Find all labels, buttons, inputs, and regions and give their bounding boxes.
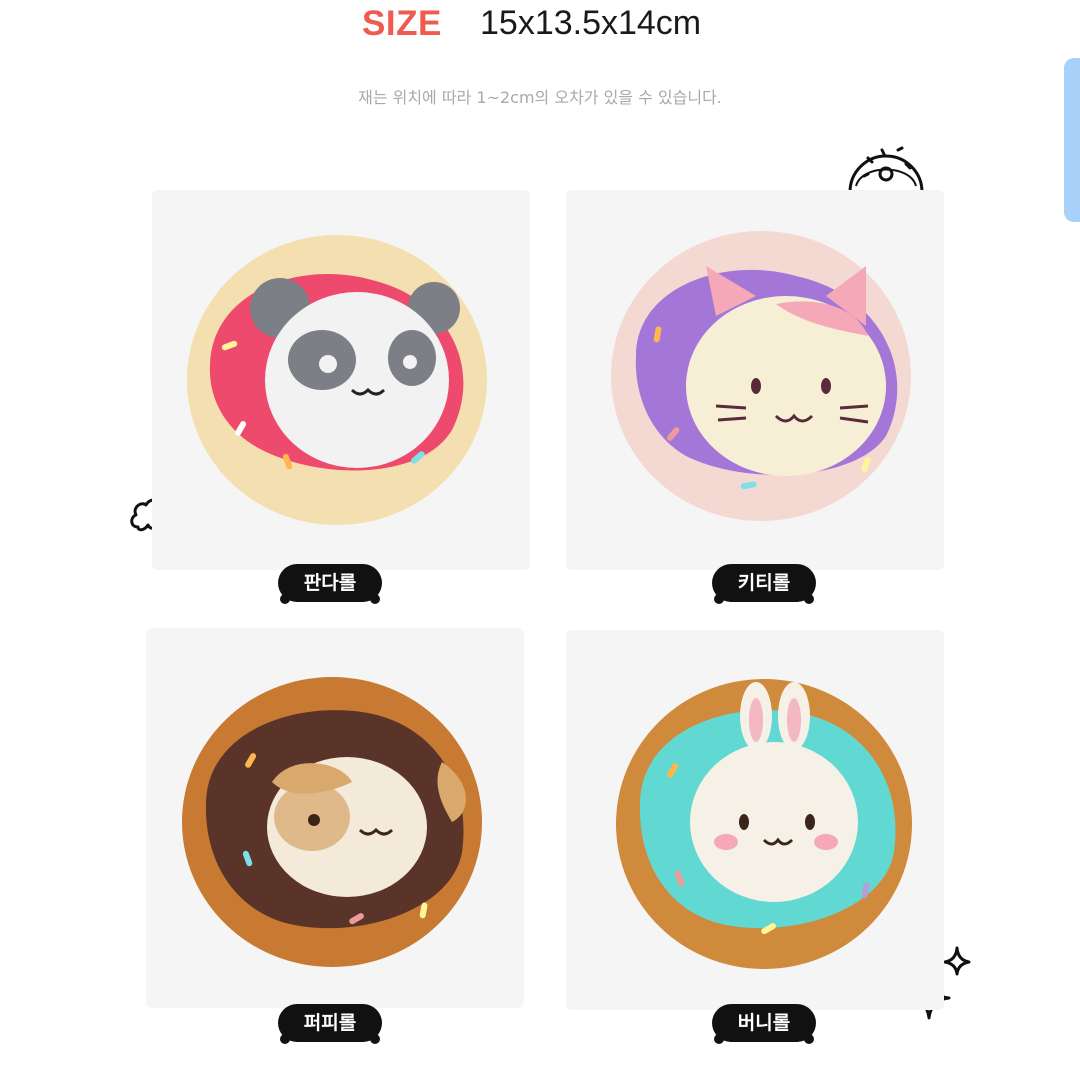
scrollbar-thumb[interactable] xyxy=(1064,58,1080,222)
product-tag-panda: 판다롤 xyxy=(278,564,382,604)
product-card-kitty[interactable] xyxy=(566,190,944,570)
product-card-bunny[interactable] xyxy=(566,630,944,1010)
size-header: SIZE 15x13.5x14cm xyxy=(0,0,1080,50)
panda-donut-image xyxy=(187,235,487,525)
product-tag-bunny: 버니롤 xyxy=(712,1004,816,1044)
donut-icon xyxy=(848,146,924,193)
size-label: SIZE xyxy=(362,4,442,43)
measurement-note: 재는 위치에 따라 1~2cm의 오차가 있을 수 있습니다. xyxy=(358,88,722,107)
puppy-donut-image xyxy=(182,677,482,967)
product-tag-puppy: 퍼피롤 xyxy=(278,1004,382,1044)
bunny-donut-image xyxy=(616,679,912,969)
kitty-donut-image xyxy=(611,231,911,521)
product-card-panda[interactable] xyxy=(152,190,530,570)
size-value: 15x13.5x14cm xyxy=(480,4,702,42)
product-card-puppy[interactable] xyxy=(146,628,524,1008)
product-tag-kitty: 키티롤 xyxy=(712,564,816,604)
